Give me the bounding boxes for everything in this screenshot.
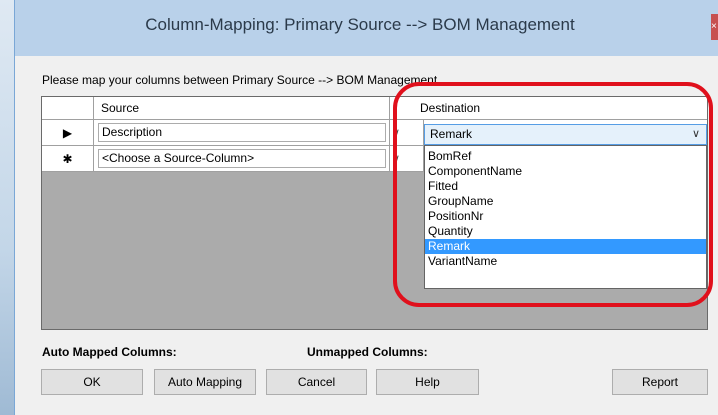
mapping-grid: Source Destination ▶ Description ∨ ✱ <Ch… <box>41 96 708 330</box>
close-icon[interactable]: × <box>711 14 718 40</box>
destination-selected-value: Remark <box>430 127 473 141</box>
cancel-button[interactable]: Cancel <box>266 369 367 395</box>
report-button[interactable]: Report <box>612 369 708 395</box>
column-header-source[interactable]: Source <box>94 97 390 120</box>
auto-mapping-button[interactable]: Auto Mapping <box>154 369 256 395</box>
chevron-down-icon[interactable]: ∨ <box>390 146 424 172</box>
dropdown-option[interactable]: Quantity <box>425 224 706 239</box>
source-column-select-new[interactable]: <Choose a Source-Column> <box>98 149 386 168</box>
chevron-down-icon[interactable]: ∨ <box>390 120 424 146</box>
help-button[interactable]: Help <box>376 369 479 395</box>
row-header-corner <box>42 97 94 120</box>
row-indicator-current[interactable]: ▶ <box>42 120 94 146</box>
dropdown-option[interactable]: ComponentName <box>425 164 706 179</box>
dropdown-option[interactable]: BomRef <box>425 149 706 164</box>
column-mapping-dialog: Column-Mapping: Primary Source --> BOM M… <box>14 0 718 415</box>
instruction-text: Please map your columns between Primary … <box>42 73 438 87</box>
column-header-destination[interactable]: Destination <box>390 97 707 120</box>
source-column-value: Description <box>102 125 163 139</box>
dropdown-option[interactable]: Fitted <box>425 179 706 194</box>
table-row: <Choose a Source-Column> <box>94 146 390 172</box>
window-title: Column-Mapping: Primary Source --> BOM M… <box>145 15 575 34</box>
dropdown-option[interactable]: PositionNr <box>425 209 706 224</box>
table-row: Description <box>94 120 390 146</box>
ok-button[interactable]: OK <box>41 369 143 395</box>
dropdown-option[interactable]: GroupName <box>425 194 706 209</box>
desktop-background <box>0 0 14 415</box>
dropdown-option[interactable]: VariantName <box>425 254 706 269</box>
source-column-select[interactable]: Description <box>98 123 386 142</box>
title-bar[interactable]: Column-Mapping: Primary Source --> BOM M… <box>15 0 718 56</box>
unmapped-columns-label: Unmapped Columns: <box>307 345 428 359</box>
source-column-placeholder: <Choose a Source-Column> <box>102 151 255 165</box>
auto-mapped-columns-label: Auto Mapped Columns: <box>42 345 177 359</box>
row-indicator-new[interactable]: ✱ <box>42 146 94 172</box>
destination-dropdown-list[interactable]: BomRef ComponentName Fitted GroupName Po… <box>424 145 707 289</box>
destination-column-select[interactable]: Remark ∨ <box>424 124 707 145</box>
dropdown-option-selected[interactable]: Remark <box>425 239 706 254</box>
chevron-down-icon[interactable]: ∨ <box>692 125 700 144</box>
